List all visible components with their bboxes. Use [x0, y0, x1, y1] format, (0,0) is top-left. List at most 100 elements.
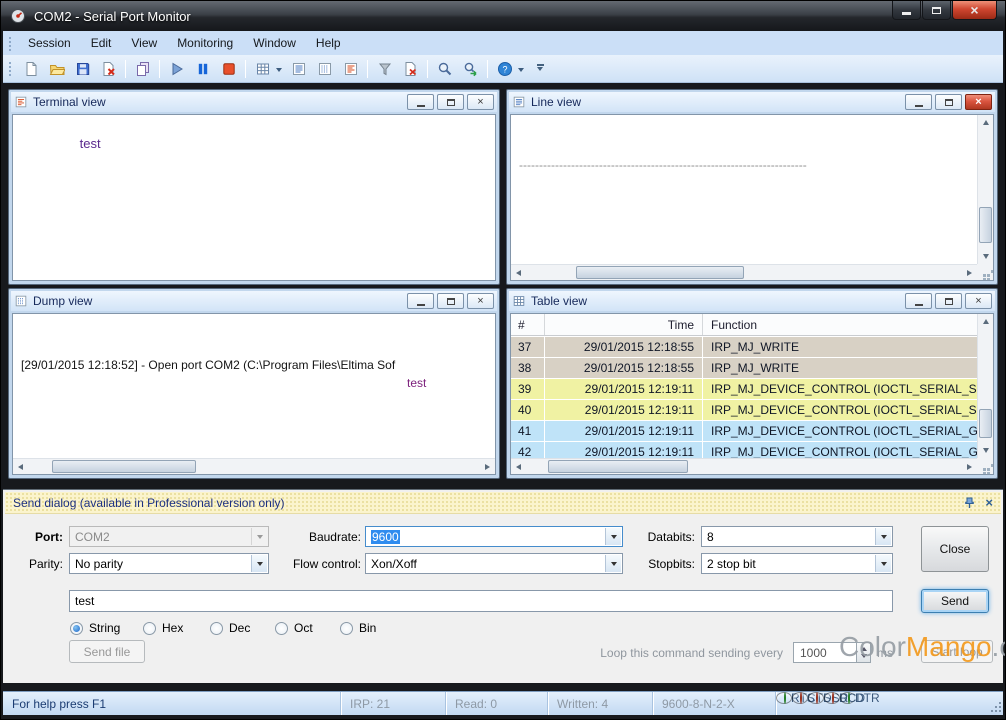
dump-log[interactable]: [29/01/2015 12:18:52] - Open port COM2 (…: [13, 314, 495, 458]
scroll-thumb[interactable]: [979, 409, 992, 438]
radio-dec[interactable]: Dec: [210, 621, 250, 635]
pin-icon[interactable]: [964, 497, 975, 509]
save-session-button[interactable]: [70, 57, 95, 81]
help-button[interactable]: ?: [492, 57, 517, 81]
scroll-down-icon[interactable]: [978, 249, 993, 264]
line-view-button[interactable]: [286, 57, 311, 81]
scroll-right-icon[interactable]: [962, 265, 977, 280]
maximize-button[interactable]: [922, 1, 951, 20]
toolbar-overflow-button[interactable]: [534, 64, 546, 74]
stop-monitoring-button[interactable]: [216, 57, 241, 81]
start-monitoring-button[interactable]: [164, 57, 189, 81]
open-session-button[interactable]: [44, 57, 69, 81]
dump-restore-button[interactable]: [437, 293, 464, 309]
scroll-left-icon[interactable]: [511, 265, 526, 280]
pause-monitoring-button[interactable]: [190, 57, 215, 81]
copy-button[interactable]: [130, 57, 155, 81]
line-minimize-button[interactable]: [905, 94, 932, 110]
loop-interval-input[interactable]: 1000: [793, 642, 857, 663]
column-header-function[interactable]: Function: [703, 314, 977, 335]
scroll-up-icon[interactable]: [978, 115, 993, 130]
send-file-button[interactable]: Send file: [69, 640, 145, 663]
line-vertical-scrollbar[interactable]: [977, 115, 993, 264]
table-restore-button[interactable]: [935, 293, 962, 309]
line-close-button[interactable]: ×: [965, 94, 992, 110]
baudrate-select[interactable]: 9600: [365, 526, 623, 547]
table-horizontal-scrollbar[interactable]: [511, 458, 977, 474]
close-session-button[interactable]: [96, 57, 121, 81]
start-loop-button[interactable]: Start loop: [921, 640, 993, 663]
scroll-left-icon[interactable]: [13, 459, 28, 474]
dump-horizontal-scrollbar[interactable]: [13, 458, 495, 474]
help-dropdown-icon[interactable]: [518, 68, 524, 75]
scroll-left-icon[interactable]: [511, 459, 526, 474]
table-header[interactable]: # Time Function: [511, 314, 977, 336]
line-restore-button[interactable]: [935, 94, 962, 110]
scroll-thumb[interactable]: [52, 460, 197, 473]
table-row[interactable]: 4029/01/2015 12:19:11IRP_MJ_DEVICE_CONTR…: [511, 400, 977, 420]
dump-view-titlebar[interactable]: Dump view ×: [11, 291, 497, 311]
table-view-button[interactable]: [250, 57, 275, 81]
table-minimize-button[interactable]: [905, 293, 932, 309]
minimize-button[interactable]: [892, 1, 921, 20]
scroll-right-icon[interactable]: [480, 459, 495, 474]
table-row[interactable]: 4129/01/2015 12:19:11IRP_MJ_DEVICE_CONTR…: [511, 421, 977, 441]
radio-bin[interactable]: Bin: [340, 621, 376, 635]
terminal-minimize-button[interactable]: [407, 94, 434, 110]
databits-select[interactable]: 8: [701, 526, 893, 547]
scroll-thumb[interactable]: [576, 266, 744, 279]
radio-oct[interactable]: Oct: [275, 621, 313, 635]
table-vertical-scrollbar[interactable]: [977, 314, 993, 458]
menu-session[interactable]: Session: [19, 32, 80, 54]
radio-hex[interactable]: Hex: [143, 621, 183, 635]
scroll-thumb[interactable]: [979, 207, 992, 243]
table-row[interactable]: 3829/01/2015 12:18:55IRP_MJ_WRITE: [511, 358, 977, 378]
line-view-titlebar[interactable]: Line view ×: [509, 92, 995, 112]
menu-monitoring[interactable]: Monitoring: [168, 32, 242, 54]
column-header-num[interactable]: #: [511, 314, 545, 335]
loop-interval-spinner[interactable]: [856, 642, 871, 663]
scroll-right-icon[interactable]: [962, 459, 977, 474]
radio-string[interactable]: String: [70, 621, 120, 635]
close-dialog-button[interactable]: Close: [921, 526, 989, 572]
flow-control-select[interactable]: Xon/Xoff: [365, 553, 623, 574]
search-next-button[interactable]: [458, 57, 483, 81]
table-view-titlebar[interactable]: Table view ×: [509, 291, 995, 311]
line-horizontal-scrollbar[interactable]: [511, 264, 977, 280]
scroll-thumb[interactable]: [548, 460, 688, 473]
line-log[interactable]: ----------------------------------------…: [511, 115, 977, 264]
table-view-dropdown-icon[interactable]: [276, 68, 282, 75]
remove-filter-button[interactable]: [398, 57, 423, 81]
terminal-view-titlebar[interactable]: Terminal view ×: [11, 92, 497, 112]
stopbits-select[interactable]: 2 stop bit: [701, 553, 893, 574]
table-close-button[interactable]: ×: [965, 293, 992, 309]
menu-help[interactable]: Help: [307, 32, 350, 54]
parity-select[interactable]: No parity: [69, 553, 269, 574]
new-session-button[interactable]: [18, 57, 43, 81]
search-button[interactable]: [432, 57, 457, 81]
scroll-down-icon[interactable]: [978, 443, 993, 458]
table-row[interactable]: 3929/01/2015 12:19:11IRP_MJ_DEVICE_CONTR…: [511, 379, 977, 399]
close-button[interactable]: ×: [952, 1, 997, 20]
resize-grip[interactable]: [977, 458, 993, 474]
dialog-close-icon[interactable]: ×: [985, 495, 993, 510]
resize-grip[interactable]: [977, 264, 993, 280]
terminal-content[interactable]: test: [12, 114, 496, 281]
dump-minimize-button[interactable]: [407, 293, 434, 309]
menu-edit[interactable]: Edit: [82, 32, 121, 54]
table-row[interactable]: 3729/01/2015 12:18:55IRP_MJ_WRITE: [511, 337, 977, 357]
menu-window[interactable]: Window: [244, 32, 305, 54]
scroll-up-icon[interactable]: [978, 314, 993, 329]
menu-view[interactable]: View: [122, 32, 166, 54]
send-button[interactable]: Send: [921, 589, 989, 613]
column-header-time[interactable]: Time: [545, 314, 703, 335]
port-select[interactable]: COM2: [69, 526, 269, 547]
filter-button[interactable]: [372, 57, 397, 81]
terminal-close-button[interactable]: ×: [467, 94, 494, 110]
window-resize-grip[interactable]: [990, 701, 1002, 713]
terminal-view-button[interactable]: [338, 57, 363, 81]
message-input[interactable]: test: [69, 590, 893, 612]
dump-view-button[interactable]: [312, 57, 337, 81]
terminal-restore-button[interactable]: [437, 94, 464, 110]
dump-close-button[interactable]: ×: [467, 293, 494, 309]
